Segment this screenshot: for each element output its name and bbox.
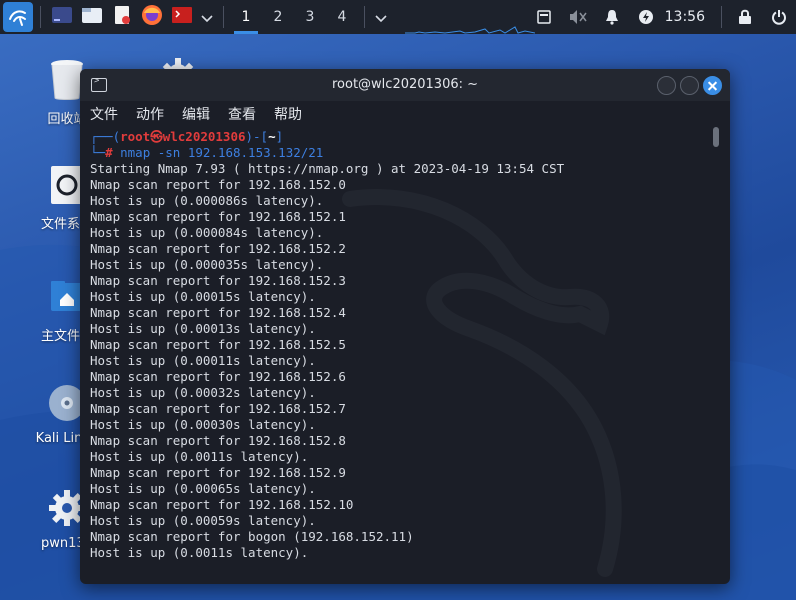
panel-separator: [721, 6, 722, 28]
output-line: Starting Nmap 7.93 ( https://nmap.org ) …: [90, 161, 565, 176]
output-line: Nmap scan report for 192.168.152.9: [90, 465, 346, 480]
launcher-dropdown-button[interactable]: [197, 0, 217, 34]
chevron-down-icon: [375, 8, 387, 27]
chevron-down-icon: [201, 8, 213, 27]
output-line: Nmap scan report for 192.168.152.6: [90, 369, 346, 384]
prompt-bracket-close: ]: [275, 129, 284, 144]
network-monitor-graph: [405, 26, 535, 34]
prompt-line-1: ┌──(root㉿wlc20201306)-[~]: [90, 129, 730, 145]
output-line: Nmap scan report for 192.168.152.0: [90, 177, 346, 192]
output-line: Nmap scan report for 192.168.152.10: [90, 497, 354, 512]
window-controls: [657, 76, 722, 95]
output-line: Nmap scan report for 192.168.152.2: [90, 241, 346, 256]
output-line: Host is up (0.000084s latency).: [90, 225, 324, 240]
prompt-bracket: )-[: [245, 129, 269, 144]
output-line: Nmap scan report for 192.168.152.5: [90, 337, 346, 352]
output-line: Host is up (0.00032s latency).: [90, 385, 316, 400]
prompt-corner: ┌──(: [90, 129, 121, 144]
file-manager-icon: [81, 6, 103, 28]
output-line: Nmap scan report for 192.168.152.3: [90, 273, 346, 288]
menu-action[interactable]: 动作: [134, 104, 166, 124]
kali-menu-button[interactable]: [0, 0, 34, 34]
file-manager-button[interactable]: [77, 0, 107, 34]
output-line: Nmap scan report for 192.168.152.8: [90, 433, 346, 448]
prompt-line-2: └─# nmap -sn 192.168.153.132/21: [90, 145, 730, 161]
output-line: Host is up (0.000086s latency).: [90, 193, 324, 208]
workspace-3[interactable]: 3: [294, 0, 326, 34]
menu-view[interactable]: 查看: [226, 104, 258, 124]
firefox-icon: [141, 4, 163, 30]
terminal-launcher-button[interactable]: [47, 0, 77, 34]
panel-separator: [40, 6, 41, 28]
text-editor-icon: [112, 5, 132, 29]
output-line: Host is up (0.00015s latency).: [90, 289, 316, 304]
firefox-button[interactable]: [137, 0, 167, 34]
clock[interactable]: 13:56: [665, 9, 705, 25]
clipboard-icon[interactable]: [527, 0, 561, 34]
output-line: Host is up (0.00065s latency).: [90, 481, 316, 496]
prompt-hash: #: [105, 145, 121, 160]
command-text: nmap -sn 192.168.153.132/21: [120, 145, 324, 160]
panel-separator: [364, 6, 365, 28]
panel-separator: [223, 6, 224, 28]
power-icon[interactable]: [762, 0, 796, 34]
output-line: Nmap scan report for 192.168.152.1: [90, 209, 346, 224]
close-button[interactable]: [703, 76, 722, 95]
command-output: Starting Nmap 7.93 ( https://nmap.org ) …: [90, 161, 730, 561]
output-line: Host is up (0.0011s latency).: [90, 545, 309, 560]
maximize-button[interactable]: [680, 76, 699, 95]
workspace-4[interactable]: 4: [326, 0, 358, 34]
output-line: Host is up (0.00059s latency).: [90, 513, 316, 528]
output-line: Nmap scan report for bogon (192.168.152.…: [90, 529, 414, 544]
volume-muted-icon[interactable]: [561, 0, 595, 34]
terminal-launcher-icon: [51, 6, 73, 28]
window-titlebar[interactable]: root@wlc20201306: ~: [80, 69, 730, 101]
system-tray: 13:56: [527, 0, 796, 34]
prompt-user: root㉿wlc20201306: [120, 129, 246, 144]
output-line: Nmap scan report for 192.168.152.7: [90, 401, 346, 416]
power-manager-icon[interactable]: [629, 0, 663, 34]
terminal-root-icon: [171, 6, 193, 28]
lock-icon[interactable]: [728, 0, 762, 34]
workspace-1[interactable]: 1: [230, 0, 262, 34]
text-editor-button[interactable]: [107, 0, 137, 34]
terminal-output[interactable]: ┌──(root㉿wlc20201306)-[~] └─# nmap -sn 1…: [80, 127, 730, 584]
menu-help[interactable]: 帮助: [272, 104, 304, 124]
kali-menu-icon: [3, 2, 33, 32]
output-line: Host is up (0.00030s latency).: [90, 417, 316, 432]
workspace-2[interactable]: 2: [262, 0, 294, 34]
output-line: Nmap scan report for 192.168.152.4: [90, 305, 346, 320]
output-line: Host is up (0.0011s latency).: [90, 449, 309, 464]
top-panel: 1 2 3 4 13:56: [0, 0, 796, 34]
scrollbar[interactable]: [713, 127, 719, 147]
menu-bar: 文件 动作 编辑 查看 帮助: [80, 101, 730, 127]
menu-file[interactable]: 文件: [88, 104, 120, 124]
terminal-window: root@wlc20201306: ~ 文件 动作 编辑 查看 帮助 ┌──(r…: [80, 69, 730, 584]
prompt-dir: ~: [268, 129, 276, 144]
notifications-icon[interactable]: [595, 0, 629, 34]
prompt-corner: └─: [90, 145, 106, 160]
menu-edit[interactable]: 编辑: [180, 104, 212, 124]
output-line: Host is up (0.00011s latency).: [90, 353, 316, 368]
minimize-button[interactable]: [657, 76, 676, 95]
window-title: root@wlc20201306: ~: [331, 77, 479, 92]
output-line: Host is up (0.000035s latency).: [90, 257, 324, 272]
output-line: Host is up (0.00013s latency).: [90, 321, 316, 336]
terminal-root-button[interactable]: [167, 0, 197, 34]
workspace-dropdown-button[interactable]: [371, 0, 391, 34]
